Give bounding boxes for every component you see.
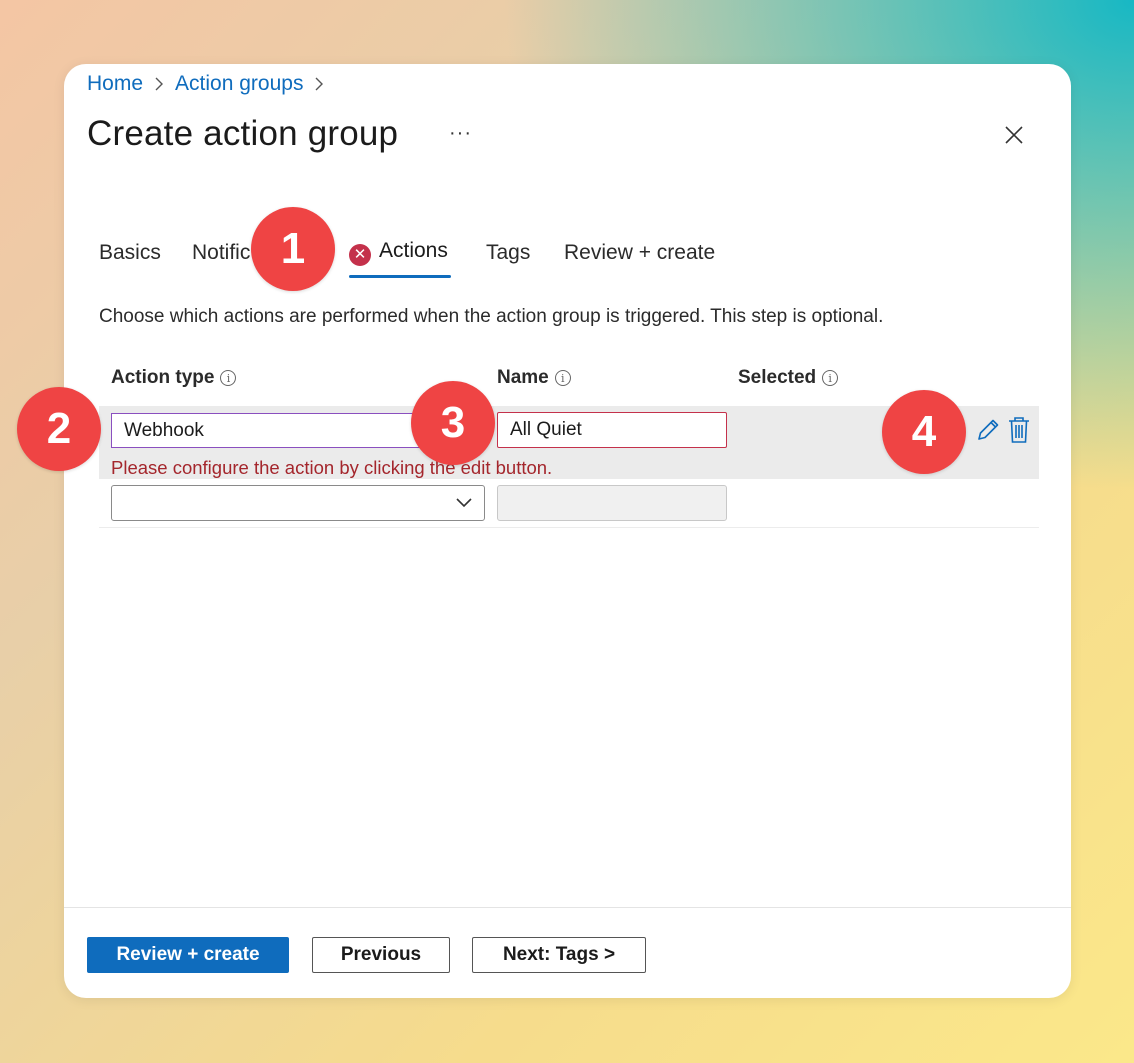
create-action-group-panel: Home Action groups Create action group ·… (64, 64, 1071, 998)
review-create-button[interactable]: Review + create (87, 937, 289, 973)
info-icon[interactable]: i (220, 370, 237, 386)
tab-basics[interactable]: Basics (99, 241, 161, 265)
chevron-right-icon (153, 75, 165, 93)
validation-error-message: Please configure the action by clicking … (111, 457, 553, 478)
column-header-label: Action type (111, 367, 215, 388)
page-title: Create action group (87, 114, 399, 153)
page-description: Choose which actions are performed when … (99, 306, 884, 327)
close-icon[interactable] (1002, 123, 1026, 147)
breadcrumb: Home Action groups (87, 72, 325, 96)
more-options-icon[interactable]: ··· (449, 122, 472, 145)
annotation-badge-3: 3 (411, 381, 495, 465)
info-icon[interactable]: i (822, 370, 839, 386)
active-tab-indicator (349, 275, 451, 278)
tab-tags[interactable]: Tags (486, 241, 530, 265)
row-divider (99, 527, 1039, 528)
column-header-label: Name (497, 367, 549, 388)
tab-actions-label: Actions (379, 239, 448, 262)
annotation-badge-2: 2 (17, 387, 101, 471)
info-icon[interactable]: i (554, 370, 571, 386)
delete-trash-icon[interactable] (1007, 416, 1031, 444)
breadcrumb-home-link[interactable]: Home (87, 72, 143, 96)
column-header-label: Selected (738, 367, 817, 388)
new-action-name-field (497, 485, 727, 521)
next-tags-button[interactable]: Next: Tags > (472, 937, 646, 973)
action-type-select[interactable]: Webhook (111, 413, 441, 448)
column-header-selected: Selected i (738, 367, 839, 389)
new-action-type-select[interactable] (111, 485, 485, 521)
action-name-field[interactable]: All Quiet (497, 412, 727, 448)
annotation-badge-4: 4 (882, 390, 966, 474)
tab-notifications[interactable]: Notific (192, 241, 250, 265)
previous-button[interactable]: Previous (312, 937, 450, 973)
chevron-right-icon (313, 75, 325, 93)
error-icon: ✕ (349, 244, 371, 266)
edit-pencil-icon[interactable] (975, 417, 1001, 443)
column-header-action-type: Action type i (111, 367, 237, 389)
column-header-name: Name i (497, 367, 571, 389)
annotation-badge-1: 1 (251, 207, 335, 291)
tab-review-create[interactable]: Review + create (564, 241, 715, 265)
breadcrumb-action-groups-link[interactable]: Action groups (175, 72, 303, 96)
footer-divider (64, 907, 1071, 908)
tab-actions[interactable]: ✕ Actions (349, 239, 448, 266)
